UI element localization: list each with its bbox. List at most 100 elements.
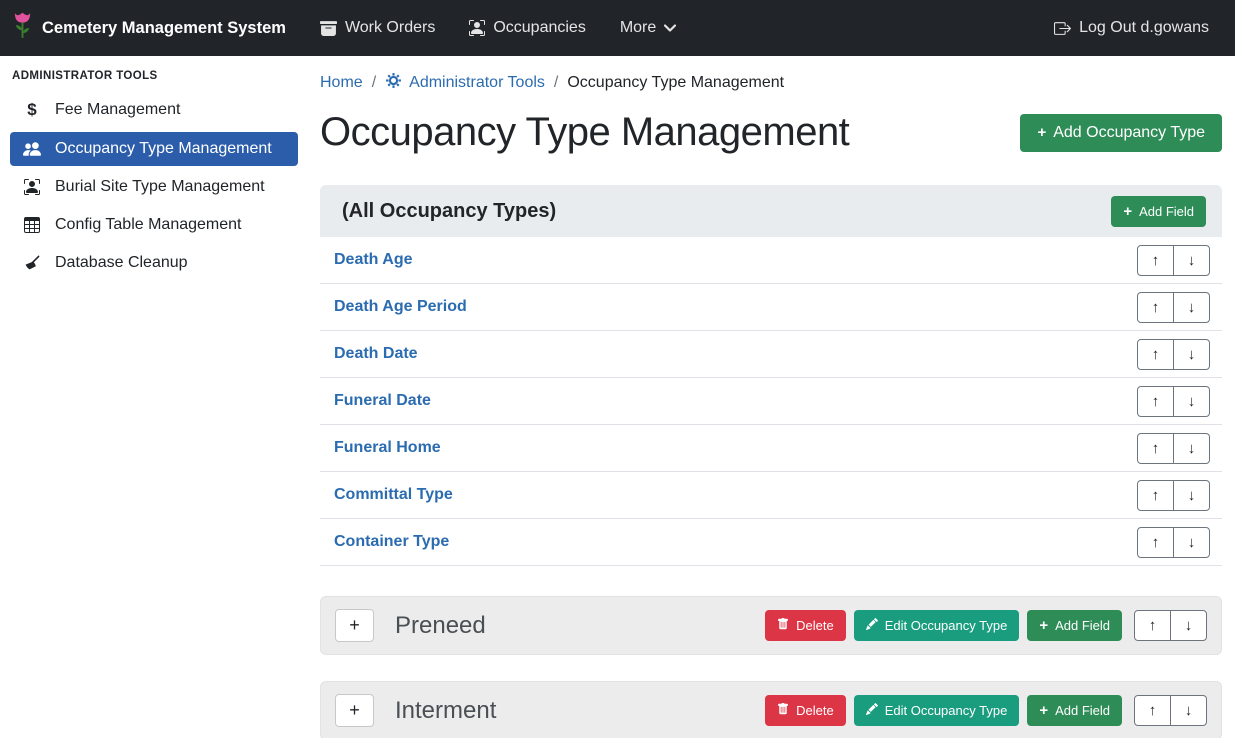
toolbox-icon — [320, 20, 337, 37]
add-field-button[interactable]: + Add Field — [1027, 695, 1122, 726]
nav-occupancies[interactable]: Occupancies — [469, 19, 586, 37]
reorder-buttons: ↑ ↓ — [1137, 527, 1210, 558]
dollar-icon: $ — [22, 100, 42, 120]
arrow-up-icon: ↑ — [1149, 617, 1157, 634]
move-down-button[interactable]: ↓ — [1173, 433, 1210, 464]
pencil-icon — [866, 618, 878, 633]
navbar-links: Work Orders Occupancies More — [320, 19, 676, 37]
gear-icon — [385, 72, 402, 94]
arrow-up-icon: ↑ — [1152, 534, 1160, 551]
tulip-logo-icon — [12, 11, 33, 45]
sidebar-item-fee-management[interactable]: $ Fee Management — [10, 92, 298, 128]
all-occupancy-types-card: (All Occupancy Types) + Add Field Death … — [320, 185, 1222, 566]
reorder-buttons: ↑ ↓ — [1137, 339, 1210, 370]
sidebar-item-occupancy-type-management[interactable]: Occupancy Type Management — [10, 132, 298, 166]
add-field-button[interactable]: + Add Field — [1027, 610, 1122, 641]
move-down-button[interactable]: ↓ — [1173, 527, 1210, 558]
field-link[interactable]: Funeral Date — [334, 392, 431, 410]
breadcrumb-separator: / — [554, 74, 558, 92]
move-up-button[interactable]: ↑ — [1137, 245, 1174, 276]
app-brand[interactable]: Cemetery Management System — [12, 11, 286, 45]
move-down-button[interactable]: ↓ — [1173, 386, 1210, 417]
field-link[interactable]: Funeral Home — [334, 439, 441, 457]
expand-section-button[interactable]: + — [335, 609, 374, 642]
app-title: Cemetery Management System — [42, 19, 286, 38]
arrow-up-icon: ↑ — [1152, 346, 1160, 363]
move-up-button[interactable]: ↑ — [1137, 480, 1174, 511]
expand-section-button[interactable]: + — [335, 694, 374, 727]
logout-label: Log Out d.gowans — [1079, 19, 1209, 37]
main-content: Home / — [308, 56, 1235, 738]
sidebar-item-label: Occupancy Type Management — [55, 140, 272, 158]
move-up-button[interactable]: ↑ — [1137, 386, 1174, 417]
arrow-down-icon: ↓ — [1188, 440, 1196, 457]
field-row: Death Date ↑ ↓ — [320, 331, 1222, 378]
section-actions: Delete Edit Occupancy Type + Add Field ↑ — [765, 610, 1207, 641]
admin-sidebar: Administrator Tools $ Fee Management Occ… — [0, 56, 308, 738]
broom-icon — [22, 255, 42, 271]
delete-label: Delete — [796, 703, 834, 718]
sidebar-item-config-table-management[interactable]: Config Table Management — [10, 208, 298, 242]
add-occupancy-type-label: Add Occupancy Type — [1053, 124, 1205, 142]
delete-button[interactable]: Delete — [765, 610, 846, 641]
delete-button[interactable]: Delete — [765, 695, 846, 726]
breadcrumb-admin-tools-link[interactable]: Administrator Tools — [385, 72, 545, 94]
breadcrumb-home-link[interactable]: Home — [320, 74, 363, 92]
sidebar-item-label: Fee Management — [55, 101, 180, 119]
edit-occupancy-type-label: Edit Occupancy Type — [885, 703, 1008, 718]
sidebar-item-burial-site-type-management[interactable]: Burial Site Type Management — [10, 170, 298, 204]
edit-occupancy-type-button[interactable]: Edit Occupancy Type — [854, 695, 1020, 726]
move-up-button[interactable]: ↑ — [1137, 527, 1174, 558]
move-down-button[interactable]: ↓ — [1173, 480, 1210, 511]
trash-icon — [777, 703, 789, 718]
add-occupancy-type-button[interactable]: + Add Occupancy Type — [1020, 114, 1222, 152]
field-link[interactable]: Committal Type — [334, 486, 453, 504]
add-field-button[interactable]: + Add Field — [1111, 196, 1206, 227]
delete-label: Delete — [796, 618, 834, 633]
edit-occupancy-type-button[interactable]: Edit Occupancy Type — [854, 610, 1020, 641]
move-down-button[interactable]: ↓ — [1173, 339, 1210, 370]
arrow-up-icon: ↑ — [1152, 299, 1160, 316]
field-link[interactable]: Death Date — [334, 345, 418, 363]
reorder-buttons: ↑ ↓ — [1137, 433, 1210, 464]
sidebar-item-database-cleanup[interactable]: Database Cleanup — [10, 246, 298, 280]
sidebar-item-label: Burial Site Type Management — [55, 178, 265, 196]
add-field-label: Add Field — [1055, 618, 1110, 633]
arrow-down-icon: ↓ — [1188, 393, 1196, 410]
arrow-up-icon: ↑ — [1152, 440, 1160, 457]
arrow-up-icon: ↑ — [1152, 487, 1160, 504]
move-down-button[interactable]: ↓ — [1170, 610, 1207, 641]
section-actions: Delete Edit Occupancy Type + Add Field ↑ — [765, 695, 1207, 726]
arrow-down-icon: ↓ — [1188, 346, 1196, 363]
arrow-down-icon: ↓ — [1188, 534, 1196, 551]
sidebar-item-label: Config Table Management — [55, 216, 242, 234]
arrow-up-icon: ↑ — [1149, 702, 1157, 719]
edit-occupancy-type-label: Edit Occupancy Type — [885, 618, 1008, 633]
field-link[interactable]: Death Age — [334, 251, 413, 269]
field-link[interactable]: Death Age Period — [334, 298, 467, 316]
plus-icon: + — [1039, 703, 1048, 718]
move-down-button[interactable]: ↓ — [1173, 292, 1210, 323]
move-up-button[interactable]: ↑ — [1137, 433, 1174, 464]
logout-icon — [1054, 20, 1071, 37]
reorder-buttons: ↑ ↓ — [1137, 480, 1210, 511]
move-up-button[interactable]: ↑ — [1134, 695, 1171, 726]
logout-button[interactable]: Log Out d.gowans — [1054, 19, 1209, 37]
sidebar-item-label: Database Cleanup — [55, 254, 188, 272]
nav-more[interactable]: More — [620, 19, 676, 37]
field-row: Death Age ↑ ↓ — [320, 237, 1222, 284]
move-down-button[interactable]: ↓ — [1173, 245, 1210, 276]
page-title: Occupancy Type Management — [320, 110, 849, 155]
field-link[interactable]: Container Type — [334, 533, 449, 551]
move-up-button[interactable]: ↑ — [1137, 339, 1174, 370]
nav-work-orders[interactable]: Work Orders — [320, 19, 435, 37]
plus-icon: + — [1123, 204, 1132, 219]
add-field-label: Add Field — [1139, 204, 1194, 219]
table-icon — [22, 217, 42, 233]
reorder-buttons: ↑ ↓ — [1134, 610, 1207, 641]
move-down-button[interactable]: ↓ — [1170, 695, 1207, 726]
occupancy-type-section-preneed: + Preneed Delete — [320, 596, 1222, 655]
move-up-button[interactable]: ↑ — [1134, 610, 1171, 641]
arrow-up-icon: ↑ — [1152, 252, 1160, 269]
move-up-button[interactable]: ↑ — [1137, 292, 1174, 323]
